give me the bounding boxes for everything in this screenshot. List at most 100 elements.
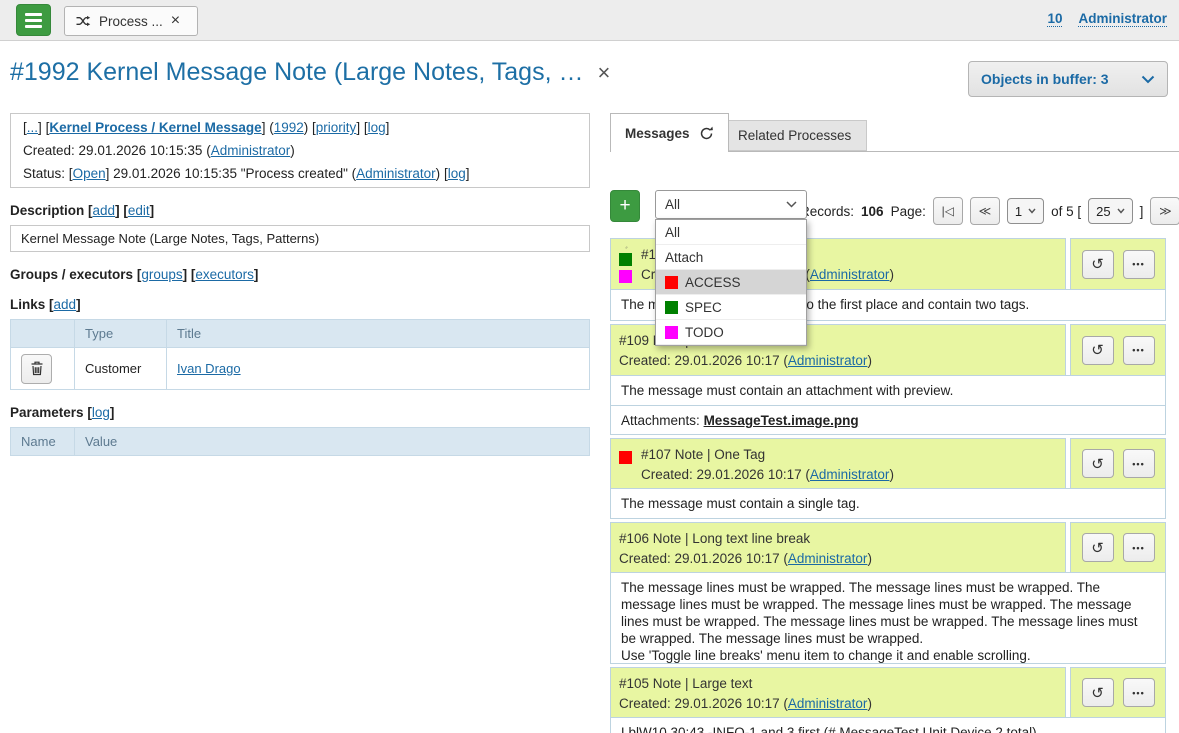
process-details-panel: [...] [Kernel Process / Kernel Message] … [10,113,590,456]
tab-messages[interactable]: Messages [610,113,729,152]
filter-option-access[interactable]: ACCESS [656,270,806,295]
message-author-link[interactable]: Administrator [788,353,868,368]
process-path-link[interactable]: Kernel Process / Kernel Message [49,120,261,135]
filter-option-todo[interactable]: TODO [656,320,806,345]
reply-button[interactable]: ↺ [1082,449,1114,478]
message-attachments: Attachments: MessageTest.image.png [610,405,1166,435]
message-created: Created: 29.01.2026 10:17 (Administrator… [619,694,1055,713]
status-log-link[interactable]: log [448,166,466,181]
per-page-select[interactable]: 25 [1088,198,1132,224]
add-message-button[interactable]: + [610,190,640,222]
chevron-down-icon [786,201,797,208]
ellipsis-link[interactable]: ... [27,120,38,135]
priority-link[interactable]: priority [316,120,357,135]
message-header: #107 Note | One Tag Created: 29.01.2026 … [610,438,1166,489]
executors-link[interactable]: executors [195,267,254,282]
parameters-header-row: Name Value [11,428,590,456]
attachment-link[interactable]: MessageTest.image.png [704,413,859,428]
top-bar: Process ... × 10 Administrator [0,0,1179,41]
links-col-title: Title [167,320,590,348]
links-col-type: Type [75,320,167,348]
parameters-log-link[interactable]: log [92,405,110,420]
records-label: Records: [800,204,854,219]
first-page-button[interactable]: |◁ [933,197,963,225]
message-header: #105 Note | Large text Created: 29.01.20… [610,667,1166,718]
chevron-down-icon [1141,75,1155,84]
message-author-link[interactable]: Administrator [810,267,890,282]
message-author-link[interactable]: Administrator [788,696,868,711]
tab-messages-label: Messages [625,126,690,141]
message-item: #107 Note | One Tag Created: 29.01.2026 … [610,438,1166,519]
tag-swatch [619,451,632,464]
process-tab-label: Process ... [99,14,163,29]
log-link[interactable]: log [368,120,386,135]
prev-page-button[interactable]: ≪ [970,197,1000,225]
page-of-label: of 5 [ [1051,204,1081,219]
message-author-link[interactable]: Administrator [788,551,868,566]
message-author-link[interactable]: Administrator [810,467,890,482]
groups-link[interactable]: groups [141,267,182,282]
objects-in-buffer-button[interactable]: Objects in buffer: 3 [968,61,1168,97]
reply-button[interactable]: ↺ [1082,678,1114,707]
filter-option-attach[interactable]: Attach [656,245,806,270]
message-body: The message must contain an attachment w… [610,375,1166,406]
close-icon[interactable]: × [597,62,610,84]
message-title: #105 Note | Large text [619,674,1055,694]
description-edit-link[interactable]: edit [128,203,150,218]
groups-section-label: Groups / executors [groups] [executors] [10,267,590,282]
reply-button[interactable]: ↺ [1082,250,1114,279]
links-section-label: Links [add] [10,297,590,312]
hamburger-icon [25,13,42,16]
current-user-link[interactable]: Administrator [1078,11,1167,27]
more-actions-button[interactable]: ••• [1123,449,1155,478]
page-select[interactable]: 1 [1007,198,1044,224]
process-tab[interactable]: Process ... × [64,6,198,36]
created-by-link[interactable]: Administrator [211,143,291,158]
next-page-button[interactable]: ≫ [1150,197,1179,225]
status-by-link[interactable]: Administrator [356,166,436,181]
shuffle-icon [75,13,91,29]
chevron-down-icon [1028,208,1036,214]
process-id-link[interactable]: 1992 [274,120,304,135]
message-body-text: The message lines must be wrapped. The m… [621,579,1155,647]
page-header: #1992 Kernel Message Note (Large Notes, … [10,58,610,87]
status-open-link[interactable]: Open [73,166,106,181]
info-line-status: Status: [Open] 29.01.2026 10:15:35 "Proc… [23,162,577,185]
link-type-cell: Customer [75,348,167,390]
tag-swatch [619,253,632,266]
tag-swatch [665,326,678,339]
more-actions-button[interactable]: ••• [1123,250,1155,279]
reply-button[interactable]: ↺ [1082,533,1114,562]
tab-related-processes[interactable]: Related Processes [722,120,867,151]
more-actions-button[interactable]: ••• [1123,336,1155,365]
buffer-button-label: Objects in buffer: 3 [981,71,1109,87]
bracket-close-label: ] [1140,204,1144,219]
pin-icon [619,246,634,249]
more-actions-button[interactable]: ••• [1123,678,1155,707]
parameters-col-name: Name [11,428,75,456]
tag-filter-value: All [665,197,680,212]
link-title-link[interactable]: Ivan Drago [177,361,241,376]
message-title: #107 Note | One Tag [641,445,1055,465]
page-title: #1992 Kernel Message Note (Large Notes, … [10,58,583,87]
delete-link-button[interactable] [21,354,52,384]
process-tab-close-icon[interactable]: × [171,12,180,30]
filter-option-all[interactable]: All [656,220,806,245]
menu-button[interactable] [16,4,51,36]
tab-related-label: Related Processes [738,128,851,143]
message-created: Created: 29.01.2026 10:17 (Administrator… [619,549,1055,568]
description-section-label: Description [add] [edit] [10,203,590,218]
page-select-value: 1 [1015,204,1022,219]
tag-filter-select[interactable]: All [655,190,807,219]
table-row: Customer Ivan Drago [11,348,590,390]
refresh-icon[interactable] [699,126,714,141]
message-title: #106 Note | Long text line break [619,529,1055,549]
message-item: #106 Note | Long text line break Created… [610,522,1166,664]
page-label: Page: [891,204,926,219]
description-add-link[interactable]: add [93,203,116,218]
links-add-link[interactable]: add [54,297,77,312]
filter-option-spec[interactable]: SPEC [656,295,806,320]
notification-count-link[interactable]: 10 [1047,11,1062,27]
more-actions-button[interactable]: ••• [1123,533,1155,562]
reply-button[interactable]: ↺ [1082,336,1114,365]
